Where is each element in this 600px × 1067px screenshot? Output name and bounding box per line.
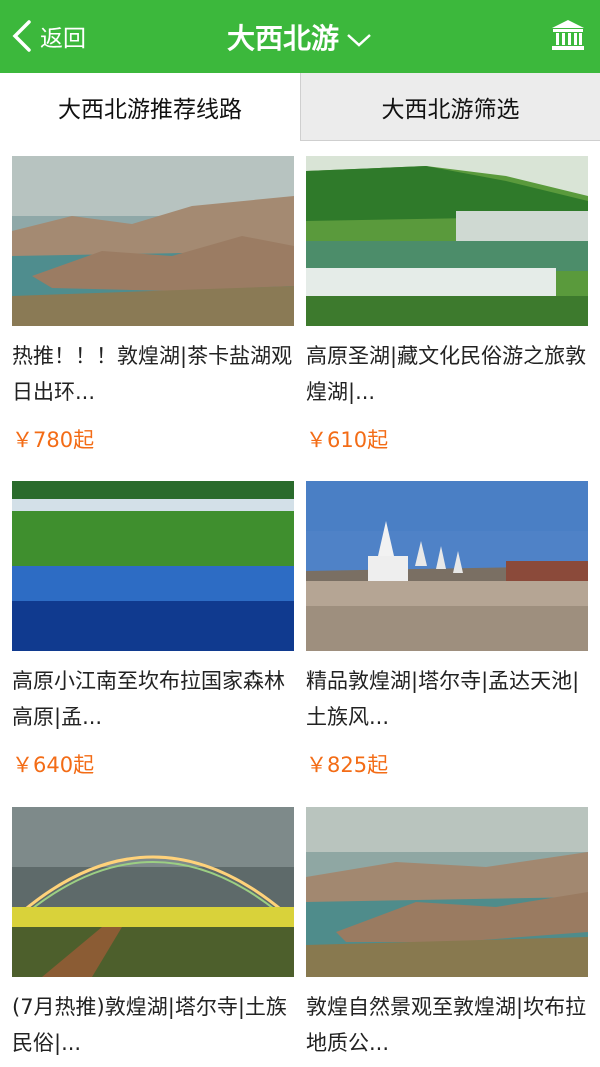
product-name: (7月热推)敦煌湖|塔尔寺|土族民俗|... bbox=[12, 995, 287, 1055]
chevron-left-icon bbox=[12, 20, 31, 52]
product-name: 高原圣湖|藏文化民俗游之旅敦煌湖|... bbox=[306, 344, 587, 404]
page-title: 大西北游 bbox=[226, 21, 339, 55]
back-label: 返回 bbox=[40, 26, 86, 52]
chevron-down-icon bbox=[347, 33, 371, 47]
title-dropdown[interactable]: 大西北游 bbox=[0, 0, 600, 73]
tab-filter[interactable]: 大西北游筛选 bbox=[300, 73, 600, 141]
product-image bbox=[306, 807, 588, 977]
product-card[interactable]: 精品敦煌湖|塔尔寺|孟达天池|土族风... ￥825起 bbox=[306, 481, 588, 779]
product-card[interactable]: 高原圣湖|藏文化民俗游之旅敦煌湖|... ￥610起 bbox=[306, 156, 588, 454]
product-name: 热推！！！敦煌湖|茶卡盐湖观日出环... bbox=[12, 344, 293, 404]
product-price: ￥825起 bbox=[306, 753, 389, 777]
museum-icon[interactable] bbox=[551, 18, 585, 52]
tab-label: 大西北游筛选 bbox=[381, 96, 520, 123]
product-image bbox=[12, 807, 294, 977]
product-image bbox=[306, 156, 588, 326]
product-price: ￥640起 bbox=[12, 753, 95, 777]
product-card[interactable]: 高原小江南至坎布拉国家森林高原|孟... ￥640起 bbox=[12, 481, 294, 779]
product-name: 敦煌自然景观至敦煌湖|坎布拉地质公... bbox=[306, 995, 587, 1055]
product-price: ￥780起 bbox=[12, 428, 95, 452]
product-image bbox=[12, 481, 294, 651]
back-button[interactable]: 返回 bbox=[10, 16, 86, 56]
product-image bbox=[12, 156, 294, 326]
tab-label: 大西北游推荐线路 bbox=[58, 97, 242, 123]
product-card[interactable]: 热推！！！敦煌湖|茶卡盐湖观日出环... ￥780起 bbox=[12, 156, 294, 454]
product-image bbox=[306, 481, 588, 651]
product-name: 精品敦煌湖|塔尔寺|孟达天池|土族风... bbox=[306, 669, 580, 729]
tab-recommended-routes[interactable]: 大西北游推荐线路 bbox=[0, 73, 300, 141]
product-card[interactable]: (7月热推)敦煌湖|塔尔寺|土族民俗|... bbox=[12, 807, 294, 1061]
top-bar: 大西北游 返回 bbox=[0, 0, 600, 73]
product-price: ￥610起 bbox=[306, 428, 389, 452]
product-card[interactable]: 敦煌自然景观至敦煌湖|坎布拉地质公... bbox=[306, 807, 588, 1061]
tab-bar: 大西北游推荐线路 大西北游筛选 bbox=[0, 73, 600, 141]
product-name: 高原小江南至坎布拉国家森林高原|孟... bbox=[12, 669, 285, 729]
